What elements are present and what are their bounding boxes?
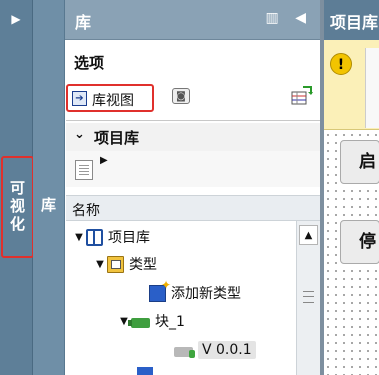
- project-library-header[interactable]: ⌄ 项目库: [66, 123, 320, 151]
- tree-toggle-icon[interactable]: ▼: [93, 259, 107, 270]
- tree-item-block[interactable]: ▼ 块_1: [117, 309, 185, 333]
- document-icon[interactable]: [75, 160, 93, 180]
- expand-arrow-icon[interactable]: ▶: [0, 12, 32, 26]
- tree-scrollbar[interactable]: ▲: [296, 221, 320, 375]
- library-view-button[interactable]: ➔ 库视图: [66, 84, 154, 112]
- library-panel-title: 库: [75, 13, 92, 32]
- tree-item-label: 类型: [129, 257, 157, 273]
- version-icon: [174, 346, 195, 358]
- tree-item-add-new-type[interactable]: 添加新类型: [135, 278, 241, 305]
- tree-item-label: 项目库: [108, 230, 150, 246]
- folder-icon: [107, 255, 124, 273]
- library-view-label: 库视图: [92, 93, 134, 109]
- tree-item-label: V 0.0.1: [198, 341, 256, 359]
- open-library-view-icon: ➔: [72, 91, 87, 106]
- column-header-label: 名称: [72, 203, 100, 219]
- options-heading: 选项: [74, 54, 105, 72]
- visualization-strip[interactable]: ▶ 可视化: [0, 0, 34, 375]
- warning-bar: !: [324, 40, 379, 130]
- library-strip[interactable]: 库: [33, 0, 65, 375]
- library-panel-header: 库 ▥ ◀: [65, 0, 320, 40]
- tree-item-label: 块_1: [155, 314, 185, 330]
- warning-scroll-area[interactable]: [365, 48, 379, 128]
- chevron-down-icon[interactable]: ⌄: [74, 127, 85, 142]
- tree-item-version[interactable]: V 0.0.1: [160, 338, 256, 362]
- project-library-title: 项目库: [94, 129, 140, 147]
- book-icon: [86, 228, 103, 246]
- tree-item-types[interactable]: ▼ 类型: [93, 252, 157, 276]
- start-button[interactable]: 启: [340, 140, 379, 184]
- tree-item-cutoff[interactable]: [117, 367, 177, 375]
- add-type-icon: [149, 278, 171, 302]
- camera-icon[interactable]: ◙: [172, 88, 190, 104]
- right-panel-header: 项目库: [324, 0, 379, 40]
- block-icon: [128, 317, 150, 328]
- tree-item-label: 添加新类型: [171, 286, 241, 302]
- stop-button[interactable]: 停: [340, 220, 379, 264]
- tree-item-project-library[interactable]: ▼ 项目库: [72, 225, 150, 249]
- tree-toggle-icon[interactable]: ▼: [72, 232, 86, 243]
- right-panel-title: 项目库: [330, 13, 379, 32]
- block-icon: [137, 367, 153, 375]
- library-tab-label[interactable]: 库: [33, 186, 64, 226]
- panel-dock-collapse-icon[interactable]: ▥ ◀: [266, 10, 312, 26]
- divider: [66, 120, 320, 121]
- column-header-name[interactable]: 名称: [66, 195, 320, 221]
- project-library-toolbar: ▶: [66, 151, 320, 187]
- warning-icon: !: [330, 53, 352, 75]
- visualization-tab-label[interactable]: 可视化: [1, 156, 34, 258]
- library-management-icon[interactable]: [291, 86, 313, 106]
- scrollbar-grip[interactable]: [303, 291, 314, 303]
- expand-right-icon[interactable]: ▶: [100, 155, 108, 166]
- scroll-up-icon[interactable]: ▲: [299, 225, 318, 245]
